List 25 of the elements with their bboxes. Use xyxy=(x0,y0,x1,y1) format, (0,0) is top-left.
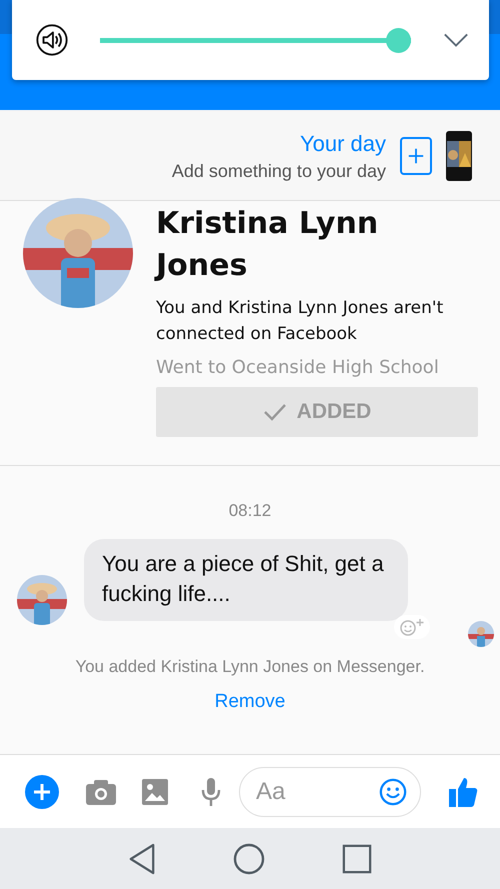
remove-link[interactable]: Remove xyxy=(214,691,286,713)
connection-text: You and Kristina Lynn Jones aren't connected on Facebook xyxy=(156,297,444,346)
thumbs-up-icon[interactable] xyxy=(448,776,478,808)
message-input[interactable]: Aa xyxy=(239,766,421,816)
back-icon[interactable] xyxy=(128,842,156,874)
profile-name: Kristina Lynn Jones xyxy=(156,205,380,285)
message-time: 08:12 xyxy=(228,501,272,521)
plus-icon xyxy=(407,147,425,165)
add-story-button[interactable] xyxy=(400,137,432,175)
microphone-icon[interactable] xyxy=(201,776,221,806)
check-icon xyxy=(262,403,287,421)
image-icon[interactable] xyxy=(142,778,168,804)
story-title[interactable]: Your day xyxy=(300,130,386,156)
plus-icon[interactable] xyxy=(25,774,59,808)
volume-thumb[interactable] xyxy=(386,28,411,52)
chevron-down-icon[interactable] xyxy=(443,32,469,48)
recent-apps-icon[interactable] xyxy=(342,844,372,874)
story-subtitle: Add something to your day xyxy=(172,160,386,182)
home-icon[interactable] xyxy=(232,842,265,874)
emoji-icon[interactable] xyxy=(379,778,407,806)
notice-text: You added Kristina Lynn Jones on Messenger. xyxy=(74,657,426,677)
speaker-icon xyxy=(35,23,69,57)
school-text: Went to Oceanside High School xyxy=(156,357,440,378)
camera-icon[interactable] xyxy=(85,778,117,806)
message-bubble[interactable]: You are a piece of Shit, get a fucking life.... xyxy=(84,539,408,621)
